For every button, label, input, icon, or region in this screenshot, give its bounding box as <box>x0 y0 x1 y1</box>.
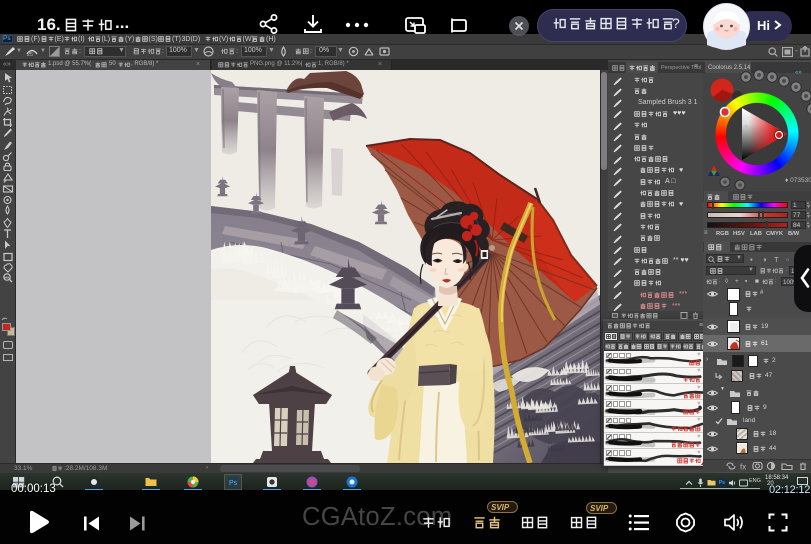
svg-text:fx: fx <box>740 463 746 472</box>
